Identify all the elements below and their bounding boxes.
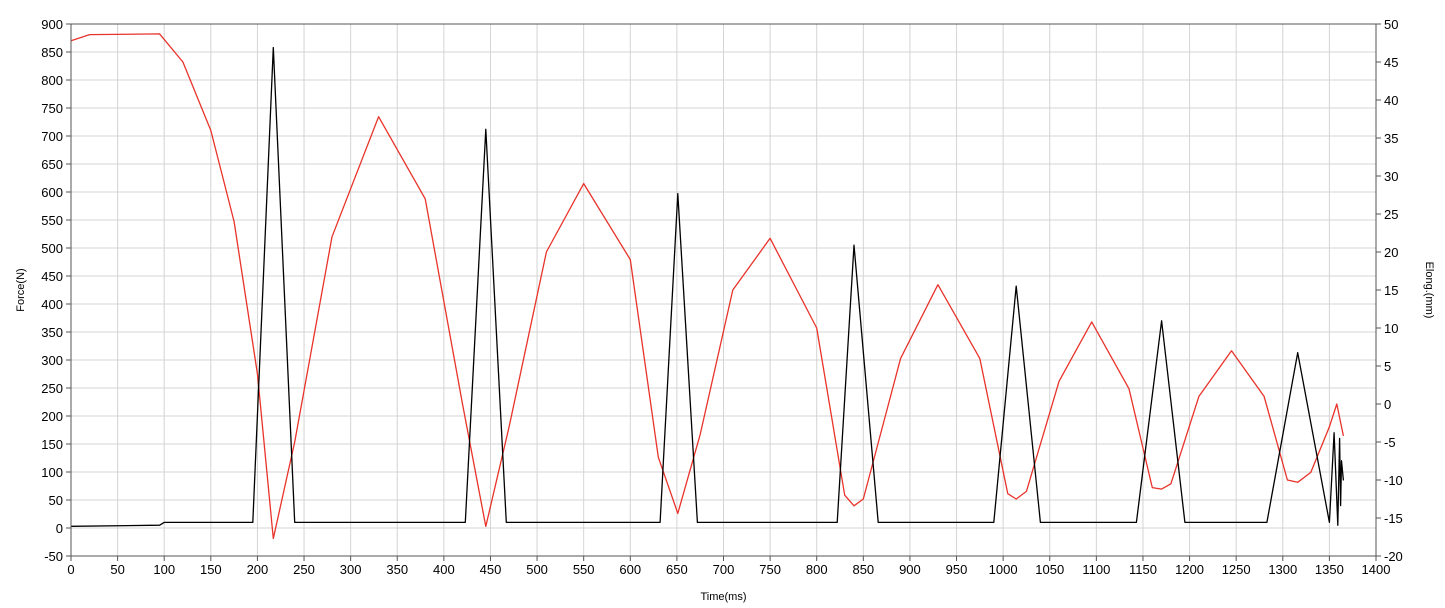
right-y-tick-label: -5 [1384,435,1396,450]
x-tick-label: 0 [67,562,74,577]
right-y-tick-label: 20 [1384,245,1398,260]
x-tick-label: 250 [293,562,315,577]
left-y-tick-label: -50 [44,549,63,564]
x-tick-label: 850 [852,562,874,577]
left-axis-title: Force(N) [15,268,27,311]
x-tick-label: 450 [480,562,502,577]
x-tick-label: 1350 [1315,562,1344,577]
left-y-tick-label: 250 [41,381,63,396]
left-y-tick-label: 400 [41,297,63,312]
x-tick-label: 1250 [1222,562,1251,577]
x-tick-label: 1000 [989,562,1018,577]
x-tick-label: 1050 [1035,562,1064,577]
left-y-tick-label: 900 [41,17,63,32]
left-y-tick-label: 150 [41,437,63,452]
right-y-tick-label: 50 [1384,17,1398,32]
x-tick-label: 600 [619,562,641,577]
x-axis-title: Time(ms) [700,591,746,603]
right-y-tick-label: -10 [1384,473,1403,488]
left-y-tick-label: 800 [41,73,63,88]
left-y-tick-label: 750 [41,101,63,116]
x-tick-label: 50 [110,562,124,577]
right-y-tick-label: 35 [1384,131,1398,146]
x-tick-label: 650 [666,562,688,577]
right-y-tick-label: 5 [1384,359,1391,374]
x-tick-label: 900 [899,562,921,577]
x-tick-label: 800 [806,562,828,577]
right-y-tick-label: 45 [1384,55,1398,70]
x-tick-label: 150 [200,562,222,577]
right-y-tick-label: 10 [1384,321,1398,336]
right-y-tick-label: 40 [1384,93,1398,108]
x-tick-label: 100 [153,562,175,577]
x-tick-label: 700 [713,562,735,577]
x-tick-label: 750 [759,562,781,577]
x-tick-label: 1100 [1082,562,1110,577]
left-y-tick-label: 50 [49,493,63,508]
x-tick-label: 1200 [1175,562,1204,577]
left-y-tick-label: 350 [41,325,63,340]
x-tick-label: 1400 [1362,562,1391,577]
x-tick-label: 1150 [1129,562,1157,577]
right-y-tick-label: 25 [1384,207,1398,222]
chart-container: 0 50 100 150 200 250 300 350 400 450 500 550 600 650 7… [0,0,1445,608]
force-elongation-chart: 0 50 100 150 200 250 300 350 400 450 500 550 600 650 7… [0,0,1445,608]
left-y-tick-label: 600 [41,185,63,200]
left-y-tick-label: 100 [41,465,63,480]
right-axis-title: Elong.(mm) [1423,262,1435,319]
left-y-tick-label: 700 [41,129,63,144]
right-y-tick-label: -20 [1384,549,1403,564]
x-tick-label: 950 [946,562,968,577]
left-y-tick-label: 850 [41,45,63,60]
x-tick-label: 300 [340,562,362,577]
left-y-tick-label: 550 [41,213,63,228]
left-y-tick-label: 450 [41,269,63,284]
right-y-tick-label: 0 [1384,397,1391,412]
left-y-tick-label: 0 [56,521,63,536]
x-tick-label: 500 [526,562,548,577]
x-tick-label: 550 [573,562,595,577]
x-tick-label: 200 [247,562,269,577]
x-tick-label: 1300 [1268,562,1297,577]
right-y-tick-label: 30 [1384,169,1398,184]
left-y-tick-label: 200 [41,409,63,424]
left-y-tick-label: 500 [41,241,63,256]
left-y-tick-label: 650 [41,157,63,172]
x-tick-label: 350 [386,562,408,577]
right-y-tick-label: 15 [1384,283,1398,298]
right-y-tick-label: -15 [1384,511,1403,526]
x-tick-label: 400 [433,562,455,577]
left-y-tick-label: 300 [41,353,63,368]
